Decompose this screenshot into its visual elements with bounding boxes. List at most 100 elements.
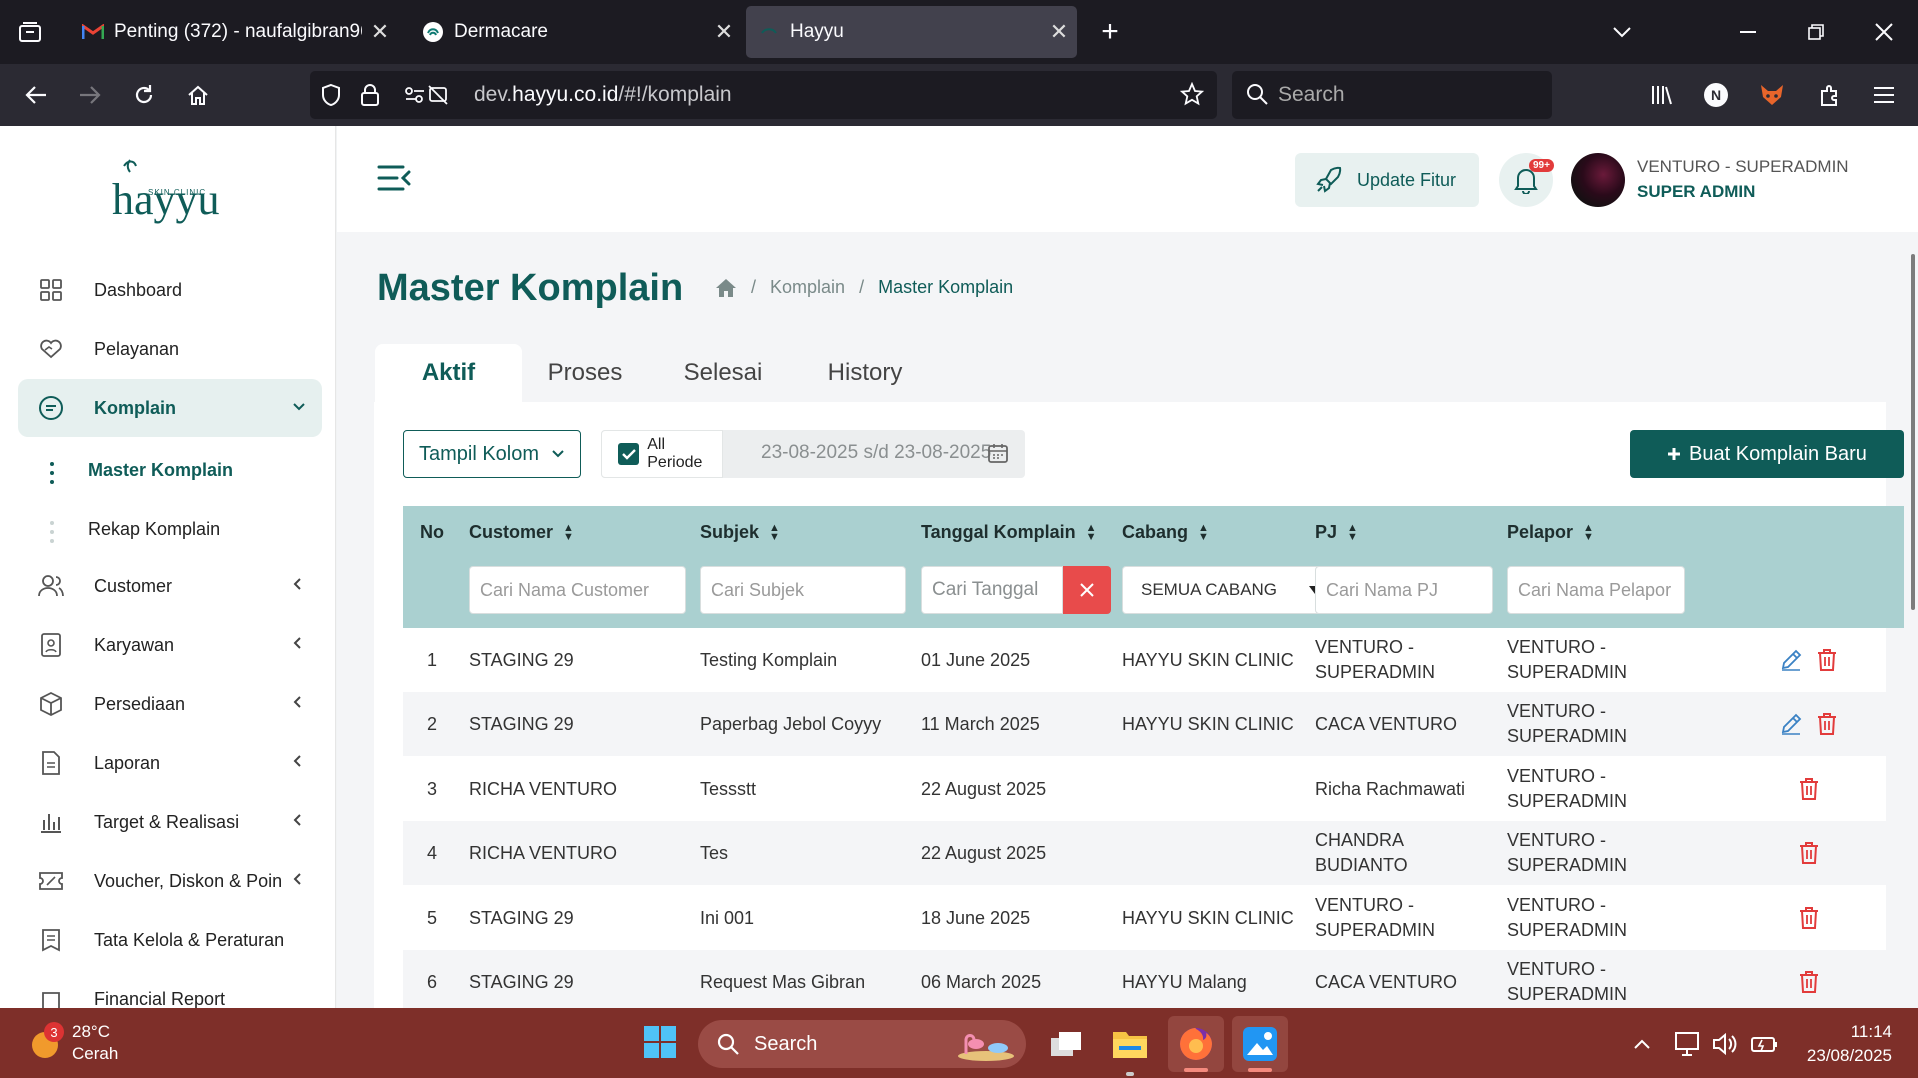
forward-icon[interactable] [72,77,108,113]
sidebar-item-tata-kelola[interactable]: Tata Kelola & Peraturan [18,911,322,969]
close-window-icon[interactable] [1866,14,1902,50]
chevron-down-icon [551,449,565,459]
close-tab-icon[interactable]: ✕ [706,19,742,45]
users-icon [36,571,66,601]
sidebar-item-customer[interactable]: Customer [18,557,322,615]
column-header-customer[interactable]: Customer ▲ ▼ [469,522,574,543]
bookmark-star-icon[interactable] [1179,81,1205,112]
edit-icon[interactable] [1777,646,1805,674]
account-icon[interactable]: N [1698,77,1734,113]
column-header-cabang[interactable]: Cabang ▲ ▼ [1122,522,1209,543]
all-periode-toggle[interactable]: All Periode [601,430,723,478]
photo-app-icon[interactable] [1232,1016,1288,1072]
volume-icon[interactable] [1710,1028,1742,1060]
calendar-icon[interactable] [987,442,1009,464]
file-explorer-icon[interactable] [1108,1022,1152,1076]
sidebar-item-financial-report[interactable]: Financial Report [18,970,322,1008]
filter-cabang-select[interactable]: SEMUA CABANG [1122,566,1338,614]
update-fitur-button[interactable]: Update Fitur [1295,153,1479,207]
reload-icon[interactable] [126,77,162,113]
tab-gmail[interactable]: Penting (372) - naufalgibran961 ✕ [70,6,398,58]
column-header-subjek[interactable]: Subjek ▲ ▼ [700,522,780,543]
start-button[interactable] [640,1022,680,1062]
column-header-pelapor[interactable]: Pelapor ▲ ▼ [1507,522,1594,543]
sidebar-subitem-rekap-komplain[interactable]: Rekap Komplain [88,519,220,540]
tab-overview-icon[interactable] [12,14,48,50]
address-bar[interactable]: dev.hayyu.co.id/#!/komplain [310,71,1217,119]
tampil-kolom-button[interactable]: Tampil Kolom [403,430,581,478]
list-all-tabs-icon[interactable] [1604,14,1640,50]
sort-icon[interactable]: ▲ ▼ [1198,522,1209,542]
tab-selesai[interactable]: Selesai [661,344,785,402]
chevron-up-icon[interactable] [1628,1030,1656,1058]
extensions-puzzle-icon[interactable] [1812,77,1848,113]
firefox-icon[interactable] [1168,1016,1224,1072]
sort-icon[interactable]: ▲ ▼ [769,522,780,542]
delete-icon[interactable] [1795,968,1823,996]
sort-icon[interactable]: ▲ ▼ [1583,522,1594,542]
tracking-shield-icon[interactable] [320,83,342,113]
home-icon[interactable] [180,77,216,113]
filter-customer-input[interactable]: Cari Nama Customer [469,566,686,614]
close-tab-icon[interactable]: ✕ [1041,19,1077,45]
tab-history[interactable]: History [803,344,927,402]
buat-komplain-button[interactable]: Buat Komplain Baru [1630,430,1904,478]
clock[interactable]: 11:14 23/08/2025 [1790,1020,1892,1068]
column-header-pj[interactable]: PJ ▲ ▼ [1315,522,1358,543]
browser-search-box[interactable]: Search [1232,71,1552,119]
tab-aktif[interactable]: Aktif [375,344,522,402]
filter-subjek-input[interactable]: Cari Subjek [700,566,906,614]
delete-icon[interactable] [1795,839,1823,867]
close-tab-icon[interactable]: ✕ [362,19,398,45]
weather-widget[interactable]: 3 28°C Cerah [28,1016,118,1070]
sidebar-subitem-master-komplain[interactable]: Master Komplain [88,460,233,481]
sort-icon[interactable]: ▲ ▼ [1086,522,1097,542]
brand-logo[interactable]: hayyu SKIN CLINIC [108,156,248,228]
network-icon[interactable] [1672,1028,1704,1060]
delete-icon[interactable] [1813,646,1841,674]
sidebar-toggle-icon[interactable] [377,164,411,197]
sidebar-item-laporan[interactable]: Laporan [18,734,322,792]
delete-icon[interactable] [1795,775,1823,803]
sort-icon[interactable]: ▲ ▼ [1347,522,1358,542]
sidebar-item-target-realisasi[interactable]: Target & Realisasi [18,793,322,851]
new-tab-icon[interactable]: + [1092,14,1128,50]
sidebar-item-dashboard[interactable]: Dashboard [18,261,322,319]
sidebar-item-pelayanan[interactable]: Pelayanan [18,320,322,378]
tab-dermacare[interactable]: Dermacare ✕ [410,6,742,58]
filter-pj-input[interactable]: Cari Nama PJ [1315,566,1493,614]
sidebar-item-karyawan[interactable]: Karyawan [18,616,322,674]
battery-icon[interactable] [1748,1028,1780,1060]
taskbar-search[interactable]: Search [698,1020,1026,1068]
filter-tanggal-input[interactable]: Cari Tanggal [921,566,1063,614]
delete-icon[interactable] [1813,710,1841,738]
sidebar-item-persediaan[interactable]: Persediaan [18,675,322,733]
lock-icon[interactable] [360,83,380,113]
home-icon[interactable] [715,278,737,298]
tab-hayyu[interactable]: Hayyu ✕ [746,6,1077,58]
notification-button[interactable]: 99+ [1499,153,1554,207]
restore-icon[interactable] [1798,14,1834,50]
permissions-icon[interactable] [404,85,448,111]
delete-icon[interactable] [1795,904,1823,932]
sidebar-item-komplain[interactable]: Komplain [18,379,322,437]
date-range-value[interactable]: 23-08-2025 s/d 23-08-2025 [761,442,991,464]
column-header-tanggal[interactable]: Tanggal Komplain ▲ ▼ [921,522,1097,543]
menu-icon[interactable] [1866,77,1902,113]
task-view-icon[interactable] [1044,1022,1088,1066]
edit-icon[interactable] [1777,710,1805,738]
breadcrumb-komplain[interactable]: Komplain [770,277,845,298]
tab-proses[interactable]: Proses [525,344,645,402]
sort-icon[interactable]: ▲ ▼ [563,522,574,542]
back-icon[interactable] [18,77,54,113]
extension-fox-icon[interactable] [1754,77,1790,113]
sidebar-item-voucher[interactable]: Voucher, Diskon & Poin [18,852,322,910]
filter-pelapor-input[interactable]: Cari Nama Pelapor [1507,566,1685,614]
url-text[interactable]: dev.hayyu.co.id/#!/komplain [474,83,732,107]
library-icon[interactable] [1644,77,1680,113]
checkbox-checked-icon[interactable] [618,443,640,465]
minimize-icon[interactable] [1730,14,1766,50]
avatar[interactable] [1571,153,1625,207]
page-scrollbar[interactable] [1911,254,1915,610]
clear-date-button[interactable] [1063,566,1111,614]
